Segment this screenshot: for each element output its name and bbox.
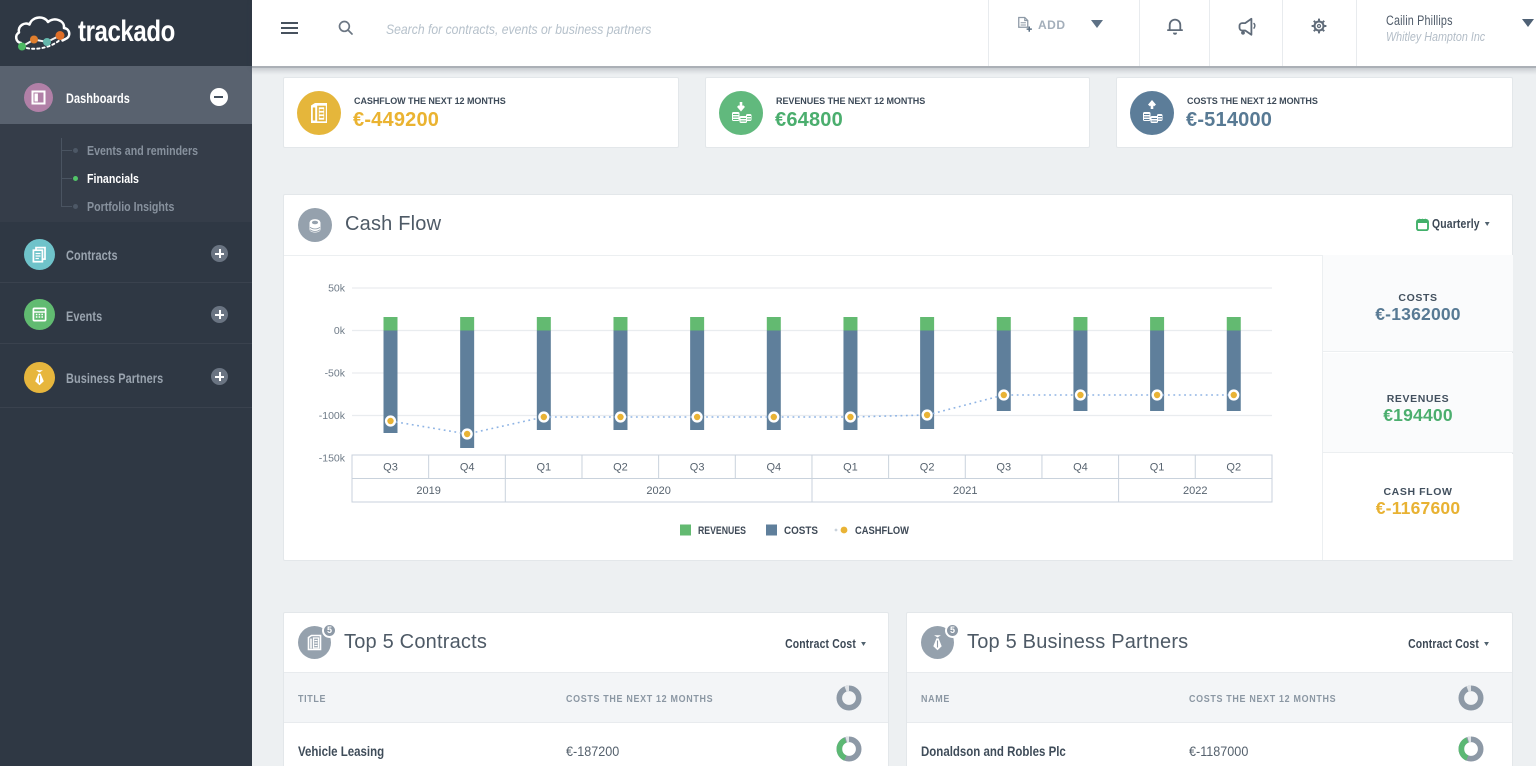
svg-text:2021: 2021: [953, 485, 977, 497]
svg-text:Q2: Q2: [613, 462, 628, 474]
svg-text:Q4: Q4: [766, 462, 781, 474]
svg-text:Q4: Q4: [460, 462, 475, 474]
svg-text:-100k: -100k: [319, 410, 346, 422]
svg-text:Q1: Q1: [1150, 462, 1165, 474]
svg-text:Q3: Q3: [383, 462, 398, 474]
svg-text:Q2: Q2: [1226, 462, 1241, 474]
svg-text:CASHFLOW: CASHFLOW: [855, 525, 910, 537]
svg-text:Q4: Q4: [1073, 462, 1088, 474]
svg-text:Q1: Q1: [843, 462, 858, 474]
svg-text:2020: 2020: [646, 485, 670, 497]
svg-text:REVENUES: REVENUES: [698, 525, 746, 537]
svg-text:Q2: Q2: [920, 462, 935, 474]
svg-text:Q3: Q3: [996, 462, 1011, 474]
svg-text:0k: 0k: [334, 325, 346, 337]
svg-text:-50k: -50k: [325, 368, 346, 380]
svg-text:Q1: Q1: [536, 462, 551, 474]
svg-text:COSTS: COSTS: [784, 525, 818, 537]
svg-text:50k: 50k: [328, 283, 346, 295]
svg-text:-150k: -150k: [319, 453, 346, 465]
svg-text:2022: 2022: [1183, 485, 1207, 497]
svg-text:Q3: Q3: [690, 462, 705, 474]
svg-text:2019: 2019: [416, 485, 440, 497]
